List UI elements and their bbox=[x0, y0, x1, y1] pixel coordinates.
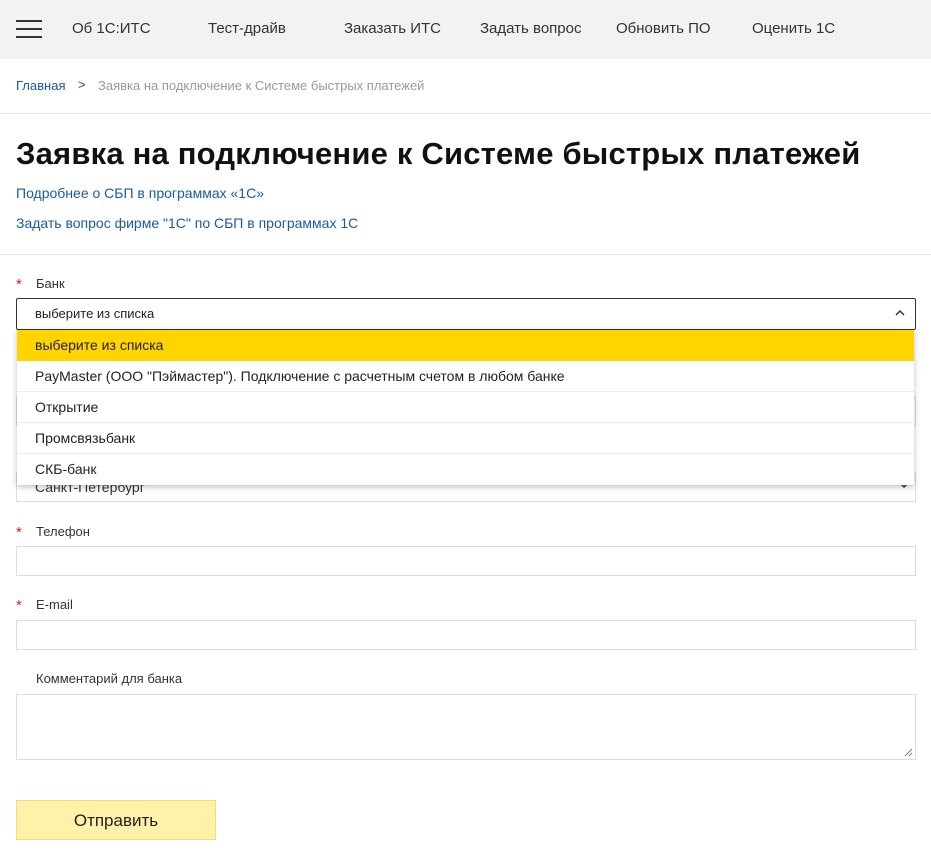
bank-option-label: PayMaster (ООО "Пэймастер"). Подключение… bbox=[35, 368, 565, 384]
nav-item-about[interactable]: Об 1С:ИТС bbox=[72, 20, 151, 37]
chevron-up-icon bbox=[895, 309, 905, 316]
bank-option[interactable]: выберите из списка bbox=[17, 330, 914, 361]
bank-option[interactable]: PayMaster (ООО "Пэймастер"). Подключение… bbox=[17, 361, 914, 392]
top-nav: Об 1С:ИТС Тест-драйв Заказать ИТС Задать… bbox=[0, 0, 931, 59]
nav-item-update-software[interactable]: Обновить ПО bbox=[616, 20, 711, 37]
menu-icon[interactable] bbox=[16, 20, 42, 38]
bank-option-label: выберите из списка bbox=[35, 337, 164, 353]
nav-item-test-drive[interactable]: Тест-драйв bbox=[208, 20, 286, 37]
breadcrumb: Главная > Заявка на подключение к Систем… bbox=[16, 77, 424, 93]
bank-option-label: Открытие bbox=[35, 399, 99, 415]
phone-input[interactable] bbox=[16, 546, 916, 576]
nav-item-ask-question[interactable]: Задать вопрос bbox=[480, 20, 581, 37]
bank-option-label: Промсвязьбанк bbox=[35, 430, 136, 446]
nav-item-order-its[interactable]: Заказать ИТС bbox=[344, 20, 441, 37]
comment-label: Комментарий для банка bbox=[36, 671, 183, 686]
divider bbox=[0, 254, 931, 255]
comment-textarea[interactable] bbox=[16, 694, 916, 760]
bank-dropdown-list: выберите из списка PayMaster (ООО "Пэйма… bbox=[17, 330, 914, 485]
required-mark: * bbox=[16, 276, 22, 293]
breadcrumb-current: Заявка на подключение к Системе быстрых … bbox=[98, 78, 425, 93]
required-mark: * bbox=[16, 597, 22, 614]
nav-item-rate[interactable]: Оценить 1С bbox=[752, 20, 835, 37]
required-mark: * bbox=[16, 524, 22, 541]
email-label: E-mail bbox=[36, 597, 73, 612]
bank-label: Банк bbox=[36, 276, 65, 291]
page-title: Заявка на подключение к Системе быстрых … bbox=[16, 136, 861, 171]
bank-option[interactable]: Промсвязьбанк bbox=[17, 423, 914, 454]
breadcrumb-home[interactable]: Главная bbox=[16, 78, 65, 93]
bank-option-label: СКБ-банк bbox=[35, 461, 97, 477]
divider bbox=[0, 113, 931, 114]
resize-handle-icon[interactable] bbox=[903, 747, 913, 757]
bank-option[interactable]: Открытие bbox=[17, 392, 914, 423]
bank-select[interactable]: выберите из списка bbox=[16, 298, 916, 330]
link-more-about-sbp[interactable]: Подробнее о СБП в программах «1С» bbox=[16, 185, 264, 201]
bank-select-value: выберите из списка bbox=[35, 306, 155, 321]
email-input[interactable] bbox=[16, 620, 916, 650]
bank-option[interactable]: СКБ-банк bbox=[17, 454, 914, 485]
submit-button-label: Отправить bbox=[73, 811, 159, 830]
submit-button[interactable]: Отправить bbox=[16, 800, 216, 840]
link-ask-1c-about-sbp[interactable]: Задать вопрос фирме "1С" по СБП в програ… bbox=[16, 215, 358, 231]
phone-label: Телефон bbox=[36, 524, 90, 539]
breadcrumb-separator-icon: > bbox=[78, 77, 86, 92]
